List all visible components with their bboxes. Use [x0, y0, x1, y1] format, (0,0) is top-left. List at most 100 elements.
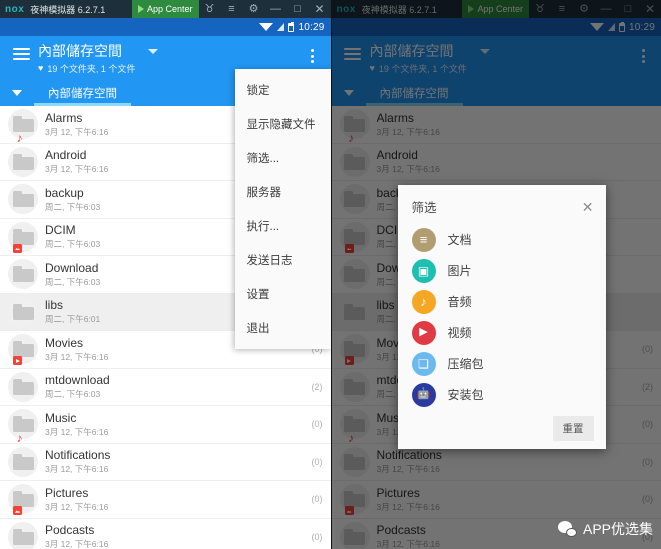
- package-icon: [411, 382, 436, 407]
- chevron-down-icon[interactable]: [148, 49, 159, 55]
- filter-item-label: 压缩包: [447, 357, 484, 371]
- folder-icon: [6, 220, 40, 254]
- image-badge-icon: [13, 243, 22, 253]
- breadcrumb-tab-root[interactable]: 內部儲存空間: [34, 79, 131, 106]
- page-title: 內部儲存空間: [38, 43, 122, 60]
- folder-icon: [6, 182, 40, 216]
- reset-button[interactable]: 重置: [552, 416, 594, 441]
- filter-item[interactable]: 安装包: [398, 379, 606, 410]
- music-badge-icon: ♪: [16, 430, 23, 445]
- table-row[interactable]: ♪ Music3月 12, 下午6:16 (0): [0, 406, 331, 444]
- menu-item[interactable]: 退出: [235, 311, 331, 345]
- file-date: 3月 12, 下午6:16: [45, 351, 109, 362]
- shirt-icon[interactable]: ♉: [199, 0, 221, 18]
- video-badge-icon: [13, 356, 22, 366]
- file-count: (0): [311, 494, 323, 505]
- file-row-text: Notifications3月 12, 下午6:16: [40, 448, 306, 475]
- app-center-button[interactable]: App Center: [131, 0, 199, 18]
- file-count: (0): [311, 456, 323, 467]
- maximize-button[interactable]: □: [287, 0, 309, 18]
- breadcrumb-label: 內部儲存空間: [48, 87, 117, 100]
- folder-icon: [6, 520, 40, 549]
- file-name: Pictures: [45, 485, 89, 500]
- right-pane: nox 夜神模拟器 6.2.7.1 App Center ♉ ≡ ⚙ — □ ✕…: [330, 0, 661, 549]
- battery-icon: [288, 21, 295, 32]
- filter-item-label: 文档: [447, 233, 472, 247]
- filter-item[interactable]: 文档: [398, 224, 606, 255]
- gear-icon[interactable]: ⚙: [243, 0, 265, 18]
- filter-item[interactable]: 音频: [398, 286, 606, 317]
- video-icon: [411, 320, 436, 345]
- archive-icon: [411, 351, 436, 376]
- file-date: 3月 12, 下午6:16: [45, 464, 109, 475]
- filter-item-list: 文档图片音频视频压缩包安装包: [398, 224, 606, 410]
- file-row-text: Music3月 12, 下午6:16: [40, 411, 306, 438]
- filter-item-label: 音频: [447, 295, 472, 309]
- menu-icon[interactable]: ≡: [221, 0, 243, 18]
- hamburger-icon[interactable]: [8, 43, 34, 60]
- page-subtitle: 19 个文件夹, 1 个文件: [47, 64, 136, 74]
- close-icon[interactable]: ✕: [582, 200, 594, 214]
- android-status-bar: 10:29: [0, 18, 331, 36]
- menu-item[interactable]: 设置: [235, 277, 331, 311]
- folder-icon: [6, 445, 40, 479]
- overflow-menu[interactable]: 锁定 显示隐藏文件 筛选... 服务器 执行... 发送日志 设置 退出: [234, 69, 331, 349]
- menu-item[interactable]: 发送日志: [235, 243, 331, 277]
- emulator-title: 夜神模拟器 6.2.7.1: [30, 4, 106, 15]
- overflow-menu-button[interactable]: [303, 43, 323, 63]
- filter-dialog-footer: 重置: [398, 410, 606, 441]
- filter-item[interactable]: 压缩包: [398, 348, 606, 379]
- file-name: Notifications: [45, 448, 111, 463]
- watermark: APP优选集: [557, 519, 653, 539]
- table-row[interactable]: Pictures3月 12, 下午6:16 (0): [0, 481, 331, 519]
- file-count: (0): [311, 531, 323, 542]
- folder-icon: ♪: [6, 407, 40, 445]
- file-date: 3月 12, 下午6:16: [45, 539, 109, 549]
- audio-icon: [411, 289, 436, 314]
- filter-item-label: 视频: [447, 326, 472, 340]
- image-icon: [411, 258, 436, 283]
- folder-icon: [6, 332, 40, 366]
- menu-item[interactable]: 筛选...: [235, 141, 331, 175]
- file-row-text: Pictures3月 12, 下午6:16: [40, 486, 306, 513]
- filter-item[interactable]: 视频: [398, 317, 606, 348]
- filter-dialog-title: 筛选: [411, 201, 437, 215]
- close-button[interactable]: ✕: [309, 0, 331, 18]
- play-icon: [137, 5, 144, 13]
- menu-item[interactable]: 锁定: [235, 73, 331, 107]
- file-name: mtdownload: [45, 373, 110, 388]
- folder-icon: [6, 257, 40, 291]
- table-row[interactable]: Notifications3月 12, 下午6:16 (0): [0, 443, 331, 481]
- watermark-label: APP优选集: [582, 521, 653, 537]
- image-badge-icon: [13, 506, 22, 516]
- file-name: Podcasts: [45, 523, 95, 538]
- file-count: (0): [311, 419, 323, 430]
- table-row[interactable]: Podcasts3月 12, 下午6:16 (0): [0, 518, 331, 549]
- table-row[interactable]: mtdownload周二, 下午6:03 (2): [0, 368, 331, 406]
- heart-icon: ♥: [38, 63, 44, 73]
- folder-icon: [6, 295, 40, 329]
- breadcrumb-expand-icon[interactable]: [0, 89, 34, 96]
- file-count: (2): [311, 381, 323, 392]
- document-icon: [411, 227, 436, 252]
- file-date: 3月 12, 下午6:16: [45, 426, 109, 437]
- folder-icon: [6, 145, 40, 179]
- filter-item-label: 安装包: [447, 388, 484, 402]
- folder-icon: [6, 482, 40, 516]
- menu-item[interactable]: 显示隐藏文件: [235, 107, 331, 141]
- minimize-button[interactable]: —: [265, 0, 287, 18]
- signal-icon: [277, 23, 285, 31]
- menu-item[interactable]: 执行...: [235, 209, 331, 243]
- file-date: 3月 12, 下午6:16: [45, 501, 109, 512]
- app-center-label: App Center: [146, 4, 193, 14]
- file-row-text: Podcasts3月 12, 下午6:16: [40, 523, 306, 549]
- filter-item[interactable]: 图片: [398, 255, 606, 286]
- file-date: 周二, 下午6:03: [45, 389, 101, 400]
- emulator-title-bar: nox 夜神模拟器 6.2.7.1 App Center ♉ ≡ ⚙ — □ ✕: [0, 0, 331, 18]
- status-time: 10:29: [298, 21, 325, 33]
- music-badge-icon: ♪: [16, 130, 23, 145]
- file-name: Music: [45, 410, 77, 425]
- filter-item-label: 图片: [447, 264, 472, 278]
- menu-item[interactable]: 服务器: [235, 175, 331, 209]
- nox-logo: nox: [5, 3, 25, 15]
